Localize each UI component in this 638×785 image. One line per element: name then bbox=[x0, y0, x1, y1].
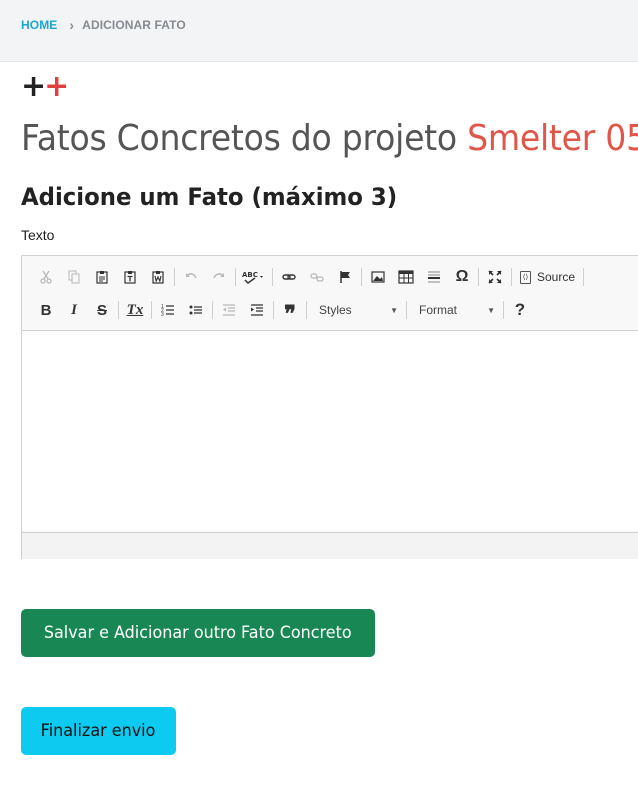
breadcrumb-separator-icon: › bbox=[69, 17, 75, 33]
bullet-list-icon[interactable] bbox=[182, 298, 210, 322]
toolbar-row-2: B I S Tx 123 ❞ Styles ▼ Format ▼ ? bbox=[32, 297, 534, 326]
breadcrumb-home-link[interactable]: HOME bbox=[21, 18, 57, 32]
save-and-add-button[interactable]: Salvar e Adicionar outro Fato Concreto bbox=[21, 609, 375, 657]
help-icon[interactable]: ? bbox=[506, 298, 534, 322]
blockquote-icon[interactable]: ❞ bbox=[276, 298, 304, 326]
toolbar-separator bbox=[511, 268, 512, 286]
texto-field-label: Texto bbox=[21, 227, 55, 243]
toolbar-separator bbox=[174, 268, 175, 286]
paste-text-icon[interactable] bbox=[116, 265, 144, 289]
toolbar-separator bbox=[235, 268, 236, 286]
editor-status-bar bbox=[22, 532, 638, 559]
maximize-icon[interactable] bbox=[481, 265, 509, 289]
toolbar-separator bbox=[406, 301, 407, 319]
finish-submission-label: Finalizar envio bbox=[41, 721, 156, 741]
copy-icon[interactable] bbox=[60, 265, 88, 289]
spellcheck-icon[interactable]: ABC bbox=[238, 265, 270, 289]
svg-text:ABC: ABC bbox=[242, 271, 258, 279]
paste-word-icon[interactable] bbox=[144, 265, 172, 289]
source-icon: ⟨⟩ bbox=[520, 270, 531, 284]
paste-icon[interactable] bbox=[88, 265, 116, 289]
indent-icon[interactable] bbox=[243, 298, 271, 322]
redo-icon[interactable] bbox=[205, 265, 233, 289]
toolbar-separator bbox=[151, 301, 152, 319]
link-icon[interactable] bbox=[275, 265, 303, 289]
logo-plus-dark: + bbox=[21, 69, 47, 104]
page-title-project: Smelter 050 bbox=[467, 118, 638, 159]
chevron-down-icon: ▼ bbox=[487, 305, 495, 315]
breadcrumb-current: ADICIONAR FATO bbox=[82, 18, 186, 32]
unlink-icon[interactable] bbox=[303, 265, 331, 289]
source-label: Source bbox=[537, 270, 576, 284]
anchor-flag-icon[interactable] bbox=[331, 265, 359, 289]
editor-content-area[interactable] bbox=[22, 331, 638, 531]
breadcrumb: HOME › ADICIONAR FATO bbox=[21, 17, 186, 33]
logo[interactable]: ++ bbox=[21, 72, 69, 102]
remove-format-button[interactable]: Tx bbox=[121, 298, 149, 322]
toolbar-separator bbox=[272, 268, 273, 286]
special-char-icon[interactable]: Ω bbox=[448, 265, 476, 289]
ordered-list-icon[interactable]: 123 bbox=[154, 298, 182, 322]
breadcrumb-bar: HOME › ADICIONAR FATO bbox=[0, 0, 638, 62]
save-and-add-label: Salvar e Adicionar outro Fato Concreto bbox=[44, 623, 352, 643]
outdent-icon[interactable] bbox=[215, 298, 243, 322]
toolbar-separator bbox=[503, 301, 504, 319]
format-dropdown-label: Format bbox=[419, 303, 458, 317]
image-icon[interactable] bbox=[364, 265, 392, 289]
page-title-prefix: Fatos Concretos do projeto bbox=[21, 118, 457, 159]
undo-icon[interactable] bbox=[177, 265, 205, 289]
rich-text-editor: ABC Ω ⟨⟩ Source B I S Tx 1 2 3 ❞ Styles … bbox=[21, 255, 638, 559]
toolbar-separator bbox=[118, 301, 119, 319]
format-dropdown[interactable]: Format ▼ bbox=[409, 298, 501, 322]
table-icon[interactable] bbox=[392, 265, 420, 289]
styles-dropdown-label: Styles bbox=[319, 303, 352, 317]
section-subtitle: Adicione um Fato (máximo 3) bbox=[21, 183, 398, 211]
toolbar-separator bbox=[212, 301, 213, 319]
chevron-down-icon: ▼ bbox=[390, 305, 398, 315]
finish-submission-button[interactable]: Finalizar envio bbox=[21, 707, 176, 755]
toolbar-separator bbox=[478, 268, 479, 286]
toolbar-separator bbox=[583, 268, 585, 286]
logo-plus-red: + bbox=[44, 69, 70, 104]
strike-button[interactable]: S bbox=[88, 298, 116, 322]
toolbar-row-1: ABC Ω ⟨⟩ Source bbox=[32, 264, 586, 290]
horizontal-line-icon[interactable] bbox=[420, 265, 448, 289]
editor-toolbar: ABC Ω ⟨⟩ Source B I S Tx 1 2 3 ❞ Styles … bbox=[22, 256, 638, 331]
cut-icon[interactable] bbox=[32, 265, 60, 289]
source-button[interactable]: ⟨⟩ Source bbox=[514, 265, 581, 289]
page-title: Fatos Concretos do projeto Smelter 050 bbox=[21, 118, 638, 159]
toolbar-separator bbox=[273, 301, 274, 319]
svg-text:3: 3 bbox=[161, 312, 164, 317]
toolbar-separator bbox=[361, 268, 362, 286]
toolbar-separator bbox=[306, 301, 307, 319]
styles-dropdown[interactable]: Styles ▼ bbox=[309, 298, 404, 322]
bold-button[interactable]: B bbox=[32, 298, 60, 322]
italic-button[interactable]: I bbox=[60, 298, 88, 322]
